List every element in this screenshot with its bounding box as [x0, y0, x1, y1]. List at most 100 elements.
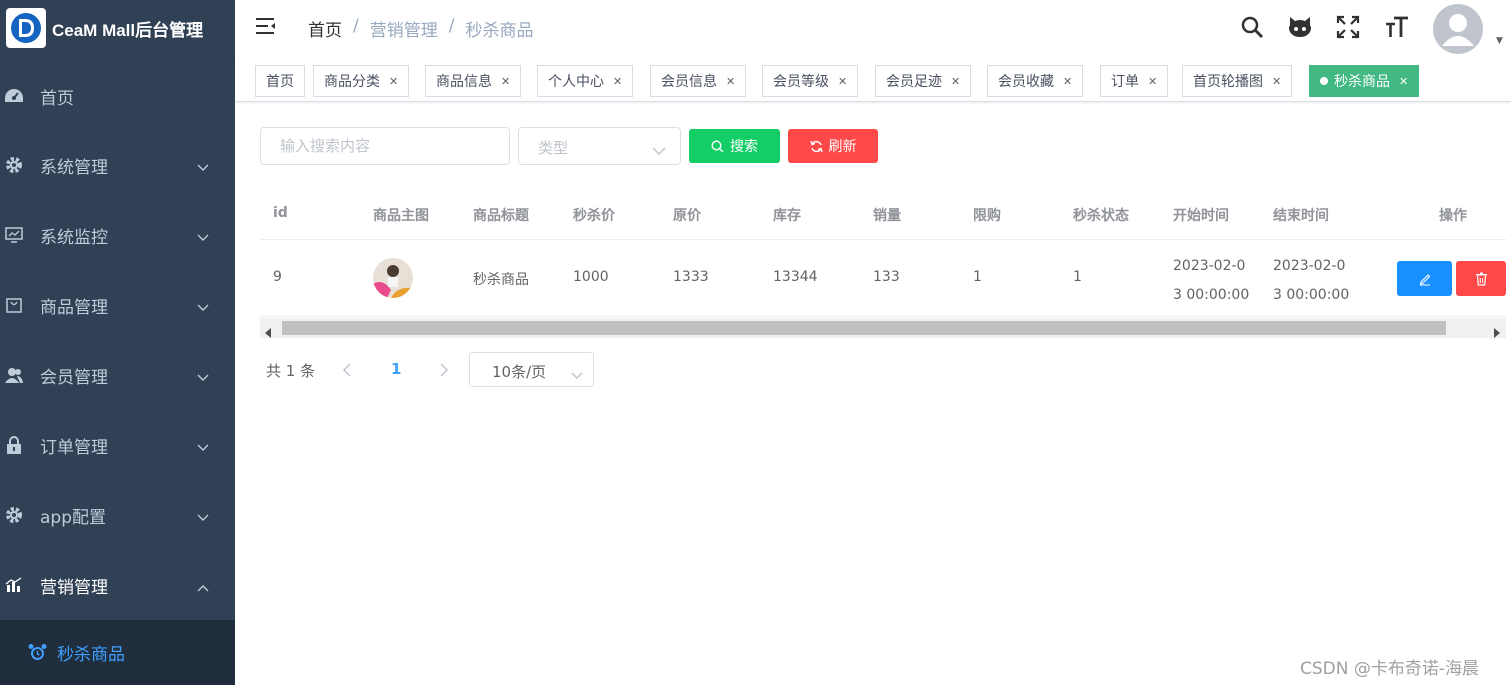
pagination-total: 共 1 条: [266, 362, 316, 380]
sidebar-item-label: 商品管理: [40, 297, 108, 318]
logo[interactable]: CeaM Mall后台管理: [0, 0, 235, 56]
scroll-left-icon[interactable]: [265, 323, 272, 342]
sidebar-item-marketing[interactable]: 营销管理: [0, 557, 235, 613]
horizontal-scrollbar[interactable]: [260, 318, 1506, 338]
column-header: 秒杀状态: [1073, 208, 1129, 224]
column-header: 操作: [1439, 208, 1467, 224]
sidebar-item-system[interactable]: 系统管理: [0, 137, 235, 193]
sidebar-item-orders[interactable]: 订单管理: [0, 417, 235, 473]
tag-orders[interactable]: 订单 ✕: [1100, 65, 1169, 97]
font-size-icon[interactable]: [1384, 15, 1410, 43]
scroll-right-icon[interactable]: [1493, 323, 1500, 342]
tag-product-info[interactable]: 商品信息 ✕: [425, 65, 522, 97]
search-button-label: 搜索: [730, 139, 758, 155]
cell-status: 1: [1073, 269, 1082, 285]
tag-member-level[interactable]: 会员等级 ✕: [762, 65, 859, 97]
breadcrumb-item[interactable]: 首页: [308, 16, 342, 41]
column-header: 结束时间: [1273, 208, 1329, 224]
sidebar: CeaM Mall后台管理 首页 系统管理 系统监控 商品管理 会员管理 订单管…: [0, 0, 235, 685]
tag-label: 商品信息: [436, 74, 492, 90]
close-icon[interactable]: ✕: [1063, 75, 1072, 88]
sidebar-item-label: app配置: [40, 507, 106, 528]
delete-button[interactable]: [1456, 261, 1506, 296]
search-input[interactable]: [260, 127, 510, 165]
chart-icon: [2, 573, 26, 597]
gear-icon: [2, 153, 26, 177]
avatar[interactable]: [1433, 4, 1483, 54]
close-icon[interactable]: ✕: [389, 75, 398, 88]
app-root: CeaM Mall后台管理 首页 系统管理 系统监控 商品管理 会员管理 订单管…: [0, 0, 1511, 685]
tag-label: 首页: [266, 74, 294, 90]
sidebar-item-products[interactable]: 商品管理: [0, 277, 235, 333]
hamburger-icon[interactable]: [255, 16, 277, 40]
sidebar-item-monitor[interactable]: 系统监控: [0, 207, 235, 263]
github-icon[interactable]: [1287, 15, 1313, 43]
page-number[interactable]: 1: [391, 360, 401, 378]
tag-label: 秒杀商品: [1334, 74, 1390, 90]
caret-down-icon[interactable]: ▼: [1496, 36, 1503, 46]
column-header: 限购: [973, 208, 1001, 224]
cell-sales: 133: [873, 269, 900, 285]
close-icon[interactable]: ✕: [613, 75, 622, 88]
sidebar-item-label: 会员管理: [40, 367, 108, 388]
table-row: 9 秒杀商品 1000 1333 13344 133 1 1 2023-02-0…: [260, 240, 1506, 317]
sidebar-item-home[interactable]: 首页: [0, 68, 235, 124]
type-select[interactable]: 类型: [518, 127, 681, 165]
refresh-button[interactable]: 刷新: [788, 129, 878, 163]
prev-page-icon[interactable]: [342, 362, 352, 381]
tags-view: 首页 商品分类 ✕ 商品信息 ✕ 个人中心 ✕ 会员信息 ✕ 会员等级 ✕ 会员足迹 ✕ 会…: [235, 58, 1511, 102]
close-icon[interactable]: ✕: [951, 75, 960, 88]
sidebar-subitem-label: 秒杀商品: [57, 645, 125, 665]
column-header: 库存: [773, 208, 801, 224]
close-icon[interactable]: ✕: [1272, 75, 1281, 88]
shopping-bag-icon: [2, 293, 26, 317]
sidebar-subitem-seckill[interactable]: 秒杀商品: [0, 620, 235, 685]
chevron-down-icon: [197, 507, 209, 527]
close-icon[interactable]: ✕: [1148, 75, 1157, 88]
tag-category[interactable]: 商品分类 ✕: [313, 65, 410, 97]
tag-banner[interactable]: 首页轮播图 ✕: [1182, 65, 1293, 97]
breadcrumb: 首页 / 营销管理 / 秒杀商品: [308, 16, 533, 41]
close-icon[interactable]: ✕: [726, 75, 735, 88]
fullscreen-icon[interactable]: [1336, 15, 1360, 43]
tag-member-footprint[interactable]: 会员足迹 ✕: [875, 65, 972, 97]
tag-home[interactable]: 首页: [255, 65, 305, 97]
column-header: 秒杀价: [573, 208, 615, 224]
search-icon[interactable]: [1240, 15, 1264, 43]
breadcrumb-separator: /: [448, 16, 455, 36]
tag-seckill[interactable]: 秒杀商品 ✕: [1309, 65, 1420, 97]
close-icon[interactable]: ✕: [1399, 75, 1408, 88]
logo-text: CeaM Mall后台管理: [52, 20, 204, 40]
search-button[interactable]: 搜索: [689, 129, 780, 163]
refresh-button-label: 刷新: [828, 139, 857, 155]
sidebar-item-members[interactable]: 会员管理: [0, 347, 235, 403]
sidebar-item-label: 订单管理: [40, 437, 108, 458]
tag-label: 个人中心: [548, 74, 604, 90]
logo-icon: [6, 8, 46, 48]
page-size-select[interactable]: 10条/页: [469, 352, 594, 387]
trash-icon: [1475, 272, 1487, 286]
column-header: 原价: [673, 208, 701, 224]
navbar: 首页 / 营销管理 / 秒杀商品 ▼: [235, 0, 1511, 56]
cell-start-time: 2023-02-03 00:00:00: [1173, 258, 1250, 303]
close-icon[interactable]: ✕: [838, 75, 847, 88]
users-icon: [2, 363, 26, 387]
column-header: 开始时间: [1173, 208, 1229, 224]
scrollbar-thumb[interactable]: [282, 321, 1446, 335]
tag-member-info[interactable]: 会员信息 ✕: [650, 65, 747, 97]
monitor-icon: [2, 223, 26, 247]
chevron-down-icon: [197, 157, 209, 177]
cell-original-price: 1333: [673, 269, 709, 285]
tag-member-favorites[interactable]: 会员收藏 ✕: [987, 65, 1084, 97]
page-size-label: 10条/页: [492, 363, 547, 381]
close-icon[interactable]: ✕: [501, 75, 510, 88]
sidebar-item-app-config[interactable]: app配置: [0, 487, 235, 543]
tag-label: 会员足迹: [886, 74, 942, 90]
cell-title: 秒杀商品: [473, 272, 529, 288]
cell-id: 9: [273, 269, 282, 285]
tag-profile[interactable]: 个人中心 ✕: [537, 65, 634, 97]
column-header: 商品标题: [473, 208, 529, 224]
edit-button[interactable]: [1397, 261, 1452, 296]
next-page-icon[interactable]: [439, 362, 449, 381]
chevron-down-icon: [197, 297, 209, 317]
